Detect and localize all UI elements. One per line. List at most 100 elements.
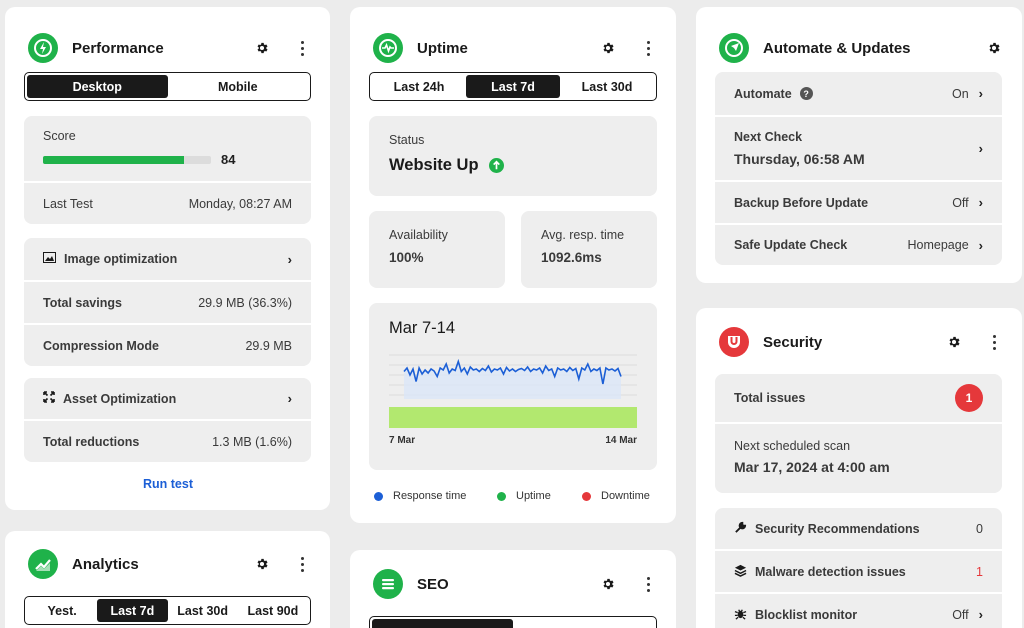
gear-icon[interactable] bbox=[594, 570, 622, 598]
chevron-right-icon: › bbox=[287, 391, 292, 406]
legend-downtime: Downtime bbox=[582, 490, 650, 502]
bug-icon bbox=[734, 607, 747, 623]
gear-icon[interactable] bbox=[248, 550, 276, 578]
seo-title: SEO bbox=[417, 575, 449, 593]
chevron-right-icon: › bbox=[978, 86, 983, 101]
more-options-icon[interactable] bbox=[980, 328, 1008, 356]
score-value: 84 bbox=[221, 152, 236, 167]
legend-uptime: Uptime bbox=[497, 490, 551, 502]
backup-value: Off bbox=[952, 195, 969, 210]
gear-icon[interactable] bbox=[248, 34, 276, 62]
automate-row[interactable]: Automate ? On › bbox=[715, 72, 1002, 115]
analytics-title: Analytics bbox=[72, 555, 139, 573]
uptime-card: Uptime Last 24h Last 7d Last 30d Status … bbox=[350, 7, 676, 523]
more-options-icon[interactable] bbox=[288, 550, 316, 578]
safe-update-label: Safe Update Check bbox=[734, 238, 848, 252]
security-title: Security bbox=[763, 333, 823, 351]
legend-label: Downtime bbox=[601, 490, 650, 502]
legend-label: Response time bbox=[393, 490, 467, 502]
malware-row[interactable]: Malware detection issues 1 bbox=[715, 549, 1002, 592]
next-check-label: Next Check bbox=[734, 130, 803, 144]
more-options-icon[interactable] bbox=[634, 570, 662, 598]
image-optimization-panel: Image optimization › Total savings 29.9 … bbox=[24, 238, 311, 366]
chevron-right-icon: › bbox=[978, 607, 983, 622]
asset-optimization-row[interactable]: Asset Optimization › bbox=[24, 378, 311, 419]
image-optimization-label: Image optimization bbox=[64, 252, 178, 266]
next-check-row[interactable]: Next Check Thursday, 06:58 AM › bbox=[715, 115, 1002, 180]
total-savings-value: 29.9 MB (36.3%) bbox=[198, 295, 292, 310]
total-reductions-value: 1.3 MB (1.6%) bbox=[212, 434, 292, 449]
uptime-header: Uptime bbox=[373, 33, 662, 63]
legend-dot bbox=[374, 491, 383, 501]
status-panel: Status Website Up bbox=[369, 116, 657, 196]
gear-icon[interactable] bbox=[594, 34, 622, 62]
gear-icon[interactable] bbox=[940, 328, 968, 356]
lightning-icon bbox=[28, 33, 58, 63]
compression-row: Compression Mode 29.9 MB bbox=[24, 323, 311, 366]
security-recommendations-label: Security Recommendations bbox=[755, 521, 920, 536]
automate-updates-card: Automate & Updates Automate ? On › Next … bbox=[696, 7, 1022, 283]
automate-header: Automate & Updates bbox=[719, 33, 1008, 63]
response-time-panel: Avg. resp. time 1092.6ms bbox=[521, 211, 657, 288]
safe-update-value: Homepage bbox=[907, 238, 969, 252]
score-label: Score bbox=[43, 129, 76, 143]
tab-last-90d[interactable]: Last 90d bbox=[238, 599, 308, 622]
backup-row[interactable]: Backup Before Update Off › bbox=[715, 180, 1002, 223]
total-reductions-row: Total reductions 1.3 MB (1.6%) bbox=[24, 419, 311, 462]
tab-yesterday[interactable]: Yest. bbox=[27, 599, 97, 622]
malware-value: 1 bbox=[976, 564, 983, 579]
expand-arrows-icon bbox=[43, 391, 55, 406]
tab-mobile[interactable] bbox=[513, 619, 654, 628]
backup-label: Backup Before Update bbox=[734, 195, 869, 210]
next-scan-value: Mar 17, 2024 at 4:00 am bbox=[734, 459, 890, 475]
more-options-icon[interactable] bbox=[288, 34, 316, 62]
tab-last-7d[interactable]: Last 7d bbox=[466, 75, 560, 98]
tab-last-30d[interactable]: Last 30d bbox=[168, 599, 238, 622]
arrow-up-circle-icon bbox=[488, 158, 504, 173]
chevron-right-icon: › bbox=[287, 251, 292, 267]
compression-value: 29.9 MB bbox=[245, 338, 292, 353]
total-savings-label: Total savings bbox=[43, 295, 122, 310]
run-test-link[interactable]: Run test bbox=[143, 477, 193, 491]
availability-value: 100% bbox=[389, 250, 424, 265]
security-header: Security bbox=[719, 327, 1008, 357]
tab-last-7d[interactable]: Last 7d bbox=[97, 599, 168, 622]
help-icon[interactable]: ? bbox=[799, 87, 813, 100]
compression-label: Compression Mode bbox=[43, 338, 159, 353]
more-options-icon[interactable] bbox=[634, 34, 662, 62]
automate-icon bbox=[719, 33, 749, 63]
automate-settings-panel: Automate ? On › Next Check Thursday, 06:… bbox=[715, 72, 1002, 265]
safe-update-row[interactable]: Safe Update Check Homepage › bbox=[715, 223, 1002, 265]
tab-mobile[interactable]: Mobile bbox=[168, 75, 309, 98]
security-recommendations-value: 0 bbox=[976, 521, 983, 536]
next-scan-label: Next scheduled scan bbox=[734, 439, 851, 453]
image-icon bbox=[43, 252, 56, 266]
blocklist-row[interactable]: Blocklist monitor Off › bbox=[715, 592, 1002, 628]
last-test-value: Monday, 08:27 AM bbox=[188, 196, 292, 211]
status-value: Website Up bbox=[389, 156, 479, 174]
image-optimization-row[interactable]: Image optimization › bbox=[24, 238, 311, 280]
score-panel: Score 84 Last Test Monday, 08:27 AM bbox=[24, 116, 311, 224]
legend-dot bbox=[582, 491, 591, 501]
chevron-right-icon: › bbox=[978, 141, 983, 156]
score-bar-track bbox=[43, 155, 211, 164]
tab-last-30d[interactable]: Last 30d bbox=[560, 75, 654, 98]
tab-desktop[interactable]: Desktop bbox=[27, 75, 168, 98]
seo-header: SEO bbox=[373, 569, 662, 599]
tab-last-24h[interactable]: Last 24h bbox=[372, 75, 466, 98]
device-toggle: Desktop Mobile bbox=[24, 72, 311, 101]
asset-optimization-panel: Asset Optimization › Total reductions 1.… bbox=[24, 378, 311, 462]
asset-optimization-label: Asset Optimization bbox=[63, 391, 177, 406]
tab-desktop[interactable] bbox=[372, 619, 513, 628]
gear-icon[interactable] bbox=[980, 34, 1008, 62]
analytics-range-toggle: Yest. Last 7d Last 30d Last 90d bbox=[24, 596, 311, 625]
legend-response-time: Response time bbox=[374, 490, 466, 502]
legend-label: Uptime bbox=[516, 490, 551, 502]
issues-count-badge: 1 bbox=[955, 384, 983, 412]
security-overview-panel: Total issues 1 Next scheduled scan Mar 1… bbox=[715, 374, 1002, 493]
uptime-chart-panel: Mar 7-14 7 Mar 14 Mar bbox=[369, 303, 657, 470]
next-check-value: Thursday, 06:58 AM bbox=[734, 151, 865, 167]
response-time-value: 1092.6ms bbox=[541, 250, 602, 265]
chevron-right-icon: › bbox=[978, 237, 983, 253]
security-recommendations-row[interactable]: Security Recommendations 0 bbox=[715, 508, 1002, 549]
